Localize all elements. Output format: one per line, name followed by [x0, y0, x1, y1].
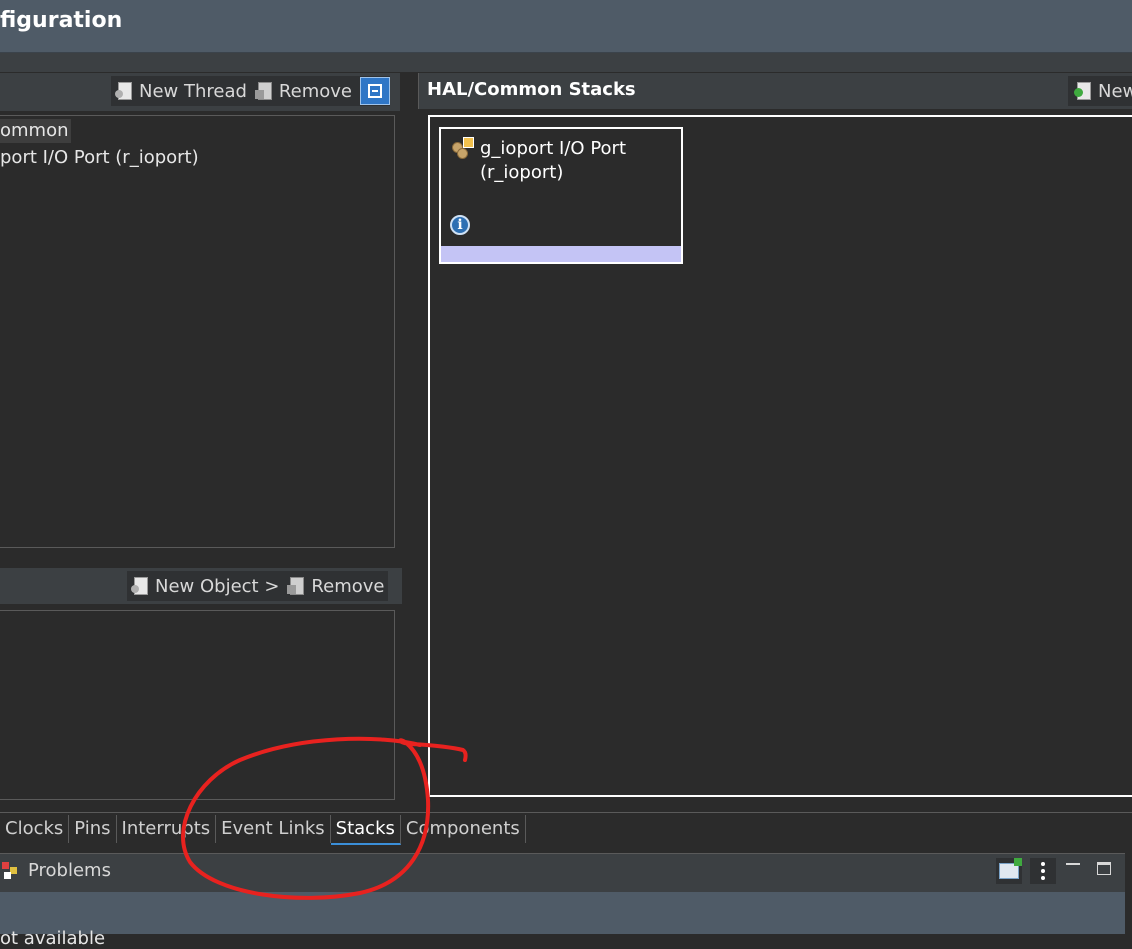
remove-icon	[254, 82, 273, 100]
objects-toolbar: New Object > Remove	[127, 571, 389, 601]
module-label-line1: g_ioport I/O Port	[480, 138, 627, 159]
new-thread-icon	[115, 82, 133, 100]
problems-tab-label[interactable]: Problems	[28, 860, 111, 881]
objects-list	[0, 610, 395, 800]
remove-object-label: Remove	[311, 575, 385, 597]
threads-tree	[0, 115, 395, 548]
remove-object-button[interactable]: Remove	[283, 576, 388, 597]
new-object-icon	[131, 577, 149, 595]
new-stack-icon	[1074, 82, 1092, 100]
module-label: g_ioport I/O Port (r_ioport)	[480, 137, 626, 185]
right-edge	[1125, 853, 1132, 939]
editor-tabs: Clocks Pins Interrupts Event Links Stack…	[0, 815, 526, 845]
maximize-view-button[interactable]	[1097, 862, 1111, 875]
collapse-icon	[367, 84, 382, 98]
tree-item-ioport[interactable]: port I/O Port (r_ioport)	[0, 146, 199, 170]
remove-thread-button[interactable]: Remove	[251, 81, 356, 102]
collapse-all-button[interactable]	[359, 77, 390, 105]
title-bar	[0, 0, 1132, 53]
threads-toolbar: New Thread Remove	[111, 76, 390, 106]
tab-components[interactable]: Components	[401, 815, 526, 843]
tab-pins[interactable]: Pins	[69, 815, 117, 843]
new-object-button[interactable]: New Object >	[127, 576, 283, 597]
problems-view-body	[0, 892, 1125, 934]
window-title: figuration	[0, 8, 123, 33]
new-object-label: New Object >	[155, 575, 280, 597]
tree-item-common[interactable]: ommon	[0, 119, 71, 143]
new-thread-label: New Thread	[139, 80, 247, 102]
export-icon	[999, 858, 1022, 879]
new-stack-label: New	[1098, 80, 1132, 102]
tab-stacks[interactable]: Stacks	[330, 815, 401, 845]
problems-icon	[2, 862, 18, 880]
tab-clocks[interactable]: Clocks	[0, 815, 70, 843]
tab-interrupts[interactable]: Interrupts	[117, 815, 217, 843]
remove-thread-label: Remove	[278, 80, 352, 102]
tab-event-links[interactable]: Event Links	[216, 815, 331, 843]
stacks-panel-title: HAL/Common Stacks	[427, 79, 636, 100]
minimize-view-button[interactable]	[1066, 863, 1080, 865]
toolbar-gap	[0, 53, 1132, 72]
export-button[interactable]	[996, 858, 1022, 884]
kebab-menu-icon	[1041, 862, 1045, 880]
module-label-line2: (r_ioport)	[480, 162, 564, 183]
new-thread-button[interactable]: New Thread	[111, 81, 251, 102]
problems-view-header	[0, 853, 1125, 892]
new-stack-button[interactable]: New	[1068, 76, 1132, 106]
info-icon[interactable]: i	[450, 215, 470, 235]
module-selection-bar	[441, 246, 681, 262]
module-component-icon	[452, 137, 474, 159]
remove-icon	[287, 577, 305, 595]
view-menu-button[interactable]	[1030, 858, 1056, 884]
